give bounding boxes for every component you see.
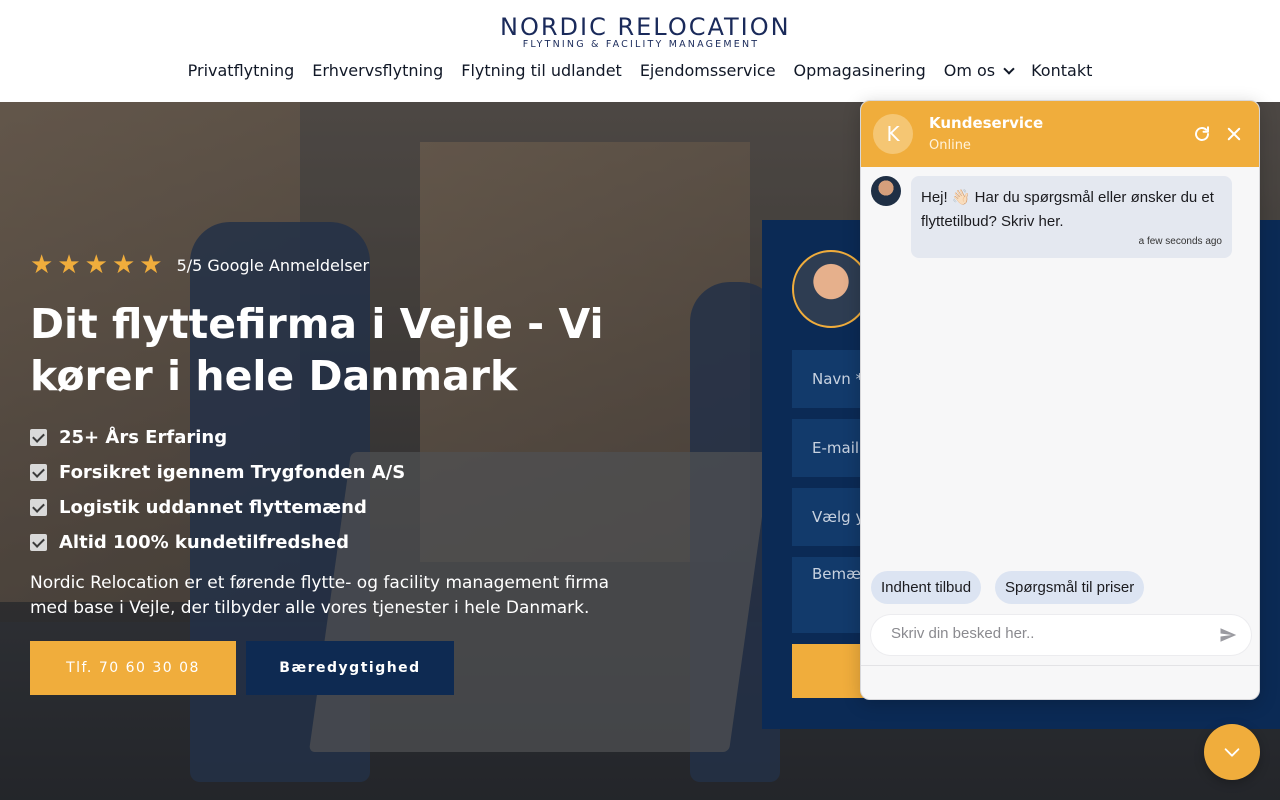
nav-item-kontakt[interactable]: Kontakt xyxy=(1031,61,1092,80)
logo-name: NORDIC RELOCATION xyxy=(500,13,791,41)
message-time: a few seconds ago xyxy=(1138,236,1222,247)
close-icon[interactable] xyxy=(1225,125,1243,143)
nav-item-flytning-til-udlandet[interactable]: Flytning til udlandet xyxy=(461,61,622,80)
checkbox-icon xyxy=(30,464,47,481)
chat-message-input[interactable] xyxy=(891,625,1191,642)
agent-avatar: K xyxy=(873,114,913,154)
hero-title: Dit flyttefirma i Vejle - Vi kører i hel… xyxy=(30,300,604,400)
phone-button[interactable]: Tlf. 70 60 30 08 xyxy=(30,641,236,695)
chat-toggle-button[interactable] xyxy=(1204,724,1260,780)
chat-message: Hej! 👋🏻 Har du spørgsmål eller ønsker du… xyxy=(911,176,1232,258)
nav-item-erhvervsflytning[interactable]: Erhvervsflytning xyxy=(312,61,443,80)
site-header: NORDIC RELOCATION FLYTNING & FACILITY MA… xyxy=(0,0,1280,102)
nav-item-label: Erhvervsflytning xyxy=(312,61,444,80)
nav-item-label: Opmagasinering xyxy=(793,61,926,80)
nav-item-ejendomsservice[interactable]: Ejendomsservice xyxy=(640,61,776,80)
checkbox-icon xyxy=(30,499,47,516)
google-rating: ★ ★ ★ ★ ★ 5/5 Google Anmeldelser xyxy=(30,252,369,278)
chevron-down-icon xyxy=(1003,62,1015,75)
nav-item-opmagasinering[interactable]: Opmagasinering xyxy=(794,61,926,80)
nav-item-om-os[interactable]: Om os xyxy=(943,61,1015,80)
checkbox-icon xyxy=(30,534,47,551)
logo[interactable]: NORDIC RELOCATION FLYTNING & FACILITY MA… xyxy=(500,13,791,50)
refresh-icon[interactable] xyxy=(1193,125,1211,143)
sustainability-button[interactable]: Bæredygtighed xyxy=(246,641,454,695)
benefits-list: 25+ Års Erfaring Forsikret igennem Trygf… xyxy=(30,420,405,560)
star-icon: ★ xyxy=(30,250,54,280)
benefit-text: Logistik uddannet flyttemænd xyxy=(59,497,367,518)
benefit-item: Altid 100% kundetilfredshed xyxy=(30,525,405,560)
main-nav: Privatflytning Erhvervsflytning Flytning… xyxy=(0,61,1280,80)
benefit-item: Logistik uddannet flyttemænd xyxy=(30,490,405,525)
benefit-item: 25+ Års Erfaring xyxy=(30,420,405,455)
chat-divider xyxy=(861,665,1259,666)
chat-header: K Kundeservice Online xyxy=(861,101,1259,167)
quick-reply-prices[interactable]: Spørgsmål til priser xyxy=(995,571,1145,604)
chevron-down-icon xyxy=(1224,748,1240,757)
benefit-text: 25+ Års Erfaring xyxy=(59,427,228,448)
benefit-text: Altid 100% kundetilfredshed xyxy=(59,532,349,553)
chat-widget: K Kundeservice Online Hej! 👋🏻 Har du spø… xyxy=(860,100,1260,700)
nav-item-label: Ejendomsservice xyxy=(639,61,776,80)
star-icon: ★ xyxy=(139,250,163,280)
chat-status: Online xyxy=(929,138,971,153)
agent-message-avatar xyxy=(871,176,901,206)
checkbox-icon xyxy=(30,429,47,446)
benefit-item: Forsikret igennem Trygfonden A/S xyxy=(30,455,405,490)
nav-item-label: Om os xyxy=(943,61,996,80)
star-icon: ★ xyxy=(84,250,108,280)
nav-item-privatflytning[interactable]: Privatflytning xyxy=(188,61,295,80)
quick-reply-quote[interactable]: Indhent tilbud xyxy=(871,571,982,604)
benefit-text: Forsikret igennem Trygfonden A/S xyxy=(59,462,406,483)
chat-title: Kundeservice xyxy=(929,114,1044,132)
nav-item-label: Privatflytning xyxy=(187,61,295,80)
message-text: Hej! 👋🏻 Har du spørgsmål eller ønsker du… xyxy=(921,189,1214,230)
employee-avatar xyxy=(792,250,870,328)
logo-tagline: FLYTNING & FACILITY MANAGEMENT xyxy=(522,39,760,50)
star-icon: ★ xyxy=(57,250,81,280)
chat-input-bar xyxy=(871,615,1251,655)
star-icon: ★ xyxy=(111,250,136,280)
hero-description: Nordic Relocation er et førende flytte- … xyxy=(30,573,610,618)
nav-item-label: Flytning til udlandet xyxy=(461,61,622,80)
send-icon[interactable] xyxy=(1218,626,1238,644)
nav-item-label: Kontakt xyxy=(1031,61,1093,80)
rating-text: 5/5 Google Anmeldelser xyxy=(176,255,370,275)
